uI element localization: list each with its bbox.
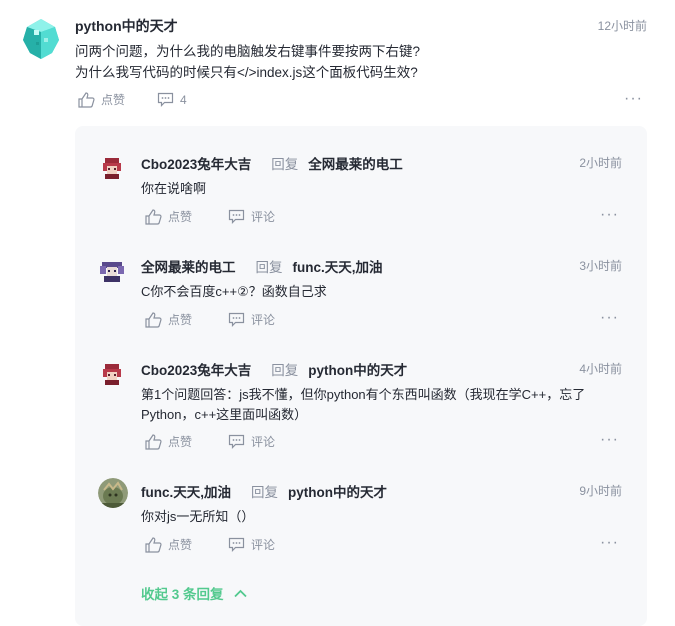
reply-target[interactable]: python中的天才 — [308, 359, 407, 379]
like-button[interactable]: 点赞 — [145, 311, 192, 328]
like-label: 点赞 — [168, 435, 193, 449]
reply-author[interactable]: Cbo2023兔年大吉 — [141, 359, 251, 379]
like-label: 点赞 — [168, 538, 193, 552]
like-label: 点赞 — [168, 313, 193, 327]
reply-header: 全网最莱的电工 回复 func.天天,加油 — [141, 256, 383, 276]
like-button[interactable]: 点赞 — [145, 208, 192, 225]
thumbs-up-icon — [145, 311, 162, 328]
reply-header: func.天天,加油 回复 python中的天才 — [141, 481, 387, 501]
reply-author[interactable]: 全网最莱的电工 — [141, 256, 236, 276]
reply-time: 9小时前 — [579, 484, 622, 498]
comment-icon — [157, 92, 174, 107]
more-options-button[interactable]: ··· — [600, 309, 619, 327]
avatar[interactable] — [97, 256, 127, 286]
comment-icon — [228, 537, 245, 552]
comment-label: 评论 — [251, 210, 276, 224]
comment-actions: 点赞 4 — [78, 91, 187, 108]
reply-text-line: Python，c++这里面叫函数） — [141, 407, 308, 422]
reply-target[interactable]: python中的天才 — [288, 481, 387, 501]
reply-header: Cbo2023兔年大吉 回复 python中的天才 — [141, 359, 407, 379]
reply-actions: 点赞 评论 — [145, 208, 275, 225]
reply-author[interactable]: func.天天,加油 — [141, 481, 231, 501]
reply-word: 回复 — [251, 485, 278, 500]
comment-label: 评论 — [251, 313, 276, 327]
reply-word: 回复 — [255, 260, 283, 275]
thumbs-up-icon — [78, 91, 95, 108]
comment-icon — [228, 434, 245, 449]
reply-author[interactable]: Cbo2023兔年大吉 — [141, 153, 251, 173]
reply-text: C你不会百度c++②？函数自己求 — [141, 284, 327, 299]
more-options-button[interactable]: ··· — [600, 206, 619, 224]
comment-icon — [228, 209, 245, 224]
reply-target[interactable]: 全网最莱的电工 — [308, 153, 403, 173]
thumbs-up-icon — [145, 536, 162, 553]
chevron-up-icon — [233, 589, 247, 597]
reply-header: Cbo2023兔年大吉 回复 全网最莱的电工 — [141, 153, 403, 173]
more-options-button[interactable]: ··· — [600, 534, 619, 552]
like-button[interactable]: 点赞 — [145, 536, 192, 553]
reply-text: 第1个问题回答：js我不懂，但你python有个东西叫函数（我现在学C++，忘了… — [141, 385, 626, 425]
like-label: 点赞 — [101, 93, 126, 107]
comment-button[interactable]: 4 — [157, 92, 187, 107]
comment-text: 问两个问题，为什么我的电脑触发右键事件要按两下右键? 为什么我写代码的时候只有<… — [75, 41, 645, 83]
reply-comment-button[interactable]: 评论 — [228, 208, 275, 225]
reply-target[interactable]: func.天天,加油 — [293, 256, 383, 276]
comment-time: 12小时前 — [597, 19, 647, 33]
comment-text-line: 为什么我写代码的时候只有</>index.js这个面板代码生效? — [75, 65, 418, 80]
collapse-label: 收起 3 条回复 — [141, 587, 224, 602]
more-options-button[interactable]: ··· — [600, 431, 619, 449]
reply-time: 3小时前 — [579, 259, 622, 273]
comment-author[interactable]: python中的天才 — [75, 16, 178, 36]
avatar[interactable] — [97, 359, 127, 389]
reply-time: 2小时前 — [579, 156, 622, 170]
reply-actions: 点赞 评论 — [145, 536, 275, 553]
like-button[interactable]: 点赞 — [78, 91, 125, 108]
thumbs-up-icon — [145, 208, 162, 225]
comment-text-line: 问两个问题，为什么我的电脑触发右键事件要按两下右键? — [75, 44, 421, 59]
like-button[interactable]: 点赞 — [145, 433, 192, 450]
replies-panel: Cbo2023兔年大吉 回复 全网最莱的电工 2小时前 你在说啥啊 点赞 评论 … — [75, 126, 647, 626]
more-options-button[interactable]: ··· — [624, 90, 643, 108]
avatar-diamond-icon[interactable] — [22, 18, 60, 60]
avatar[interactable] — [97, 153, 127, 183]
comment-count: 4 — [180, 92, 187, 107]
reply-text: 你在说啥啊 — [141, 181, 207, 196]
reply-text-line: 第1个问题回答：js我不懂，但你python有个东西叫函数（我现在学C++，忘了 — [141, 387, 586, 402]
collapse-replies-button[interactable]: 收起 3 条回复 — [141, 583, 247, 603]
reply-word: 回复 — [271, 363, 299, 378]
reply-comment-button[interactable]: 评论 — [228, 433, 275, 450]
reply-actions: 点赞 评论 — [145, 311, 275, 328]
comment-label: 评论 — [251, 435, 276, 449]
comment-icon — [228, 312, 245, 327]
like-label: 点赞 — [168, 210, 193, 224]
reply-comment-button[interactable]: 评论 — [228, 311, 275, 328]
thumbs-up-icon — [145, 433, 162, 450]
reply-text: 你对js一无所知（） — [141, 509, 255, 524]
reply-time: 4小时前 — [579, 362, 622, 376]
reply-actions: 点赞 评论 — [145, 433, 275, 450]
reply-word: 回复 — [271, 157, 299, 172]
avatar[interactable] — [98, 478, 128, 508]
reply-comment-button[interactable]: 评论 — [228, 536, 275, 553]
comment-label: 评论 — [251, 538, 276, 552]
